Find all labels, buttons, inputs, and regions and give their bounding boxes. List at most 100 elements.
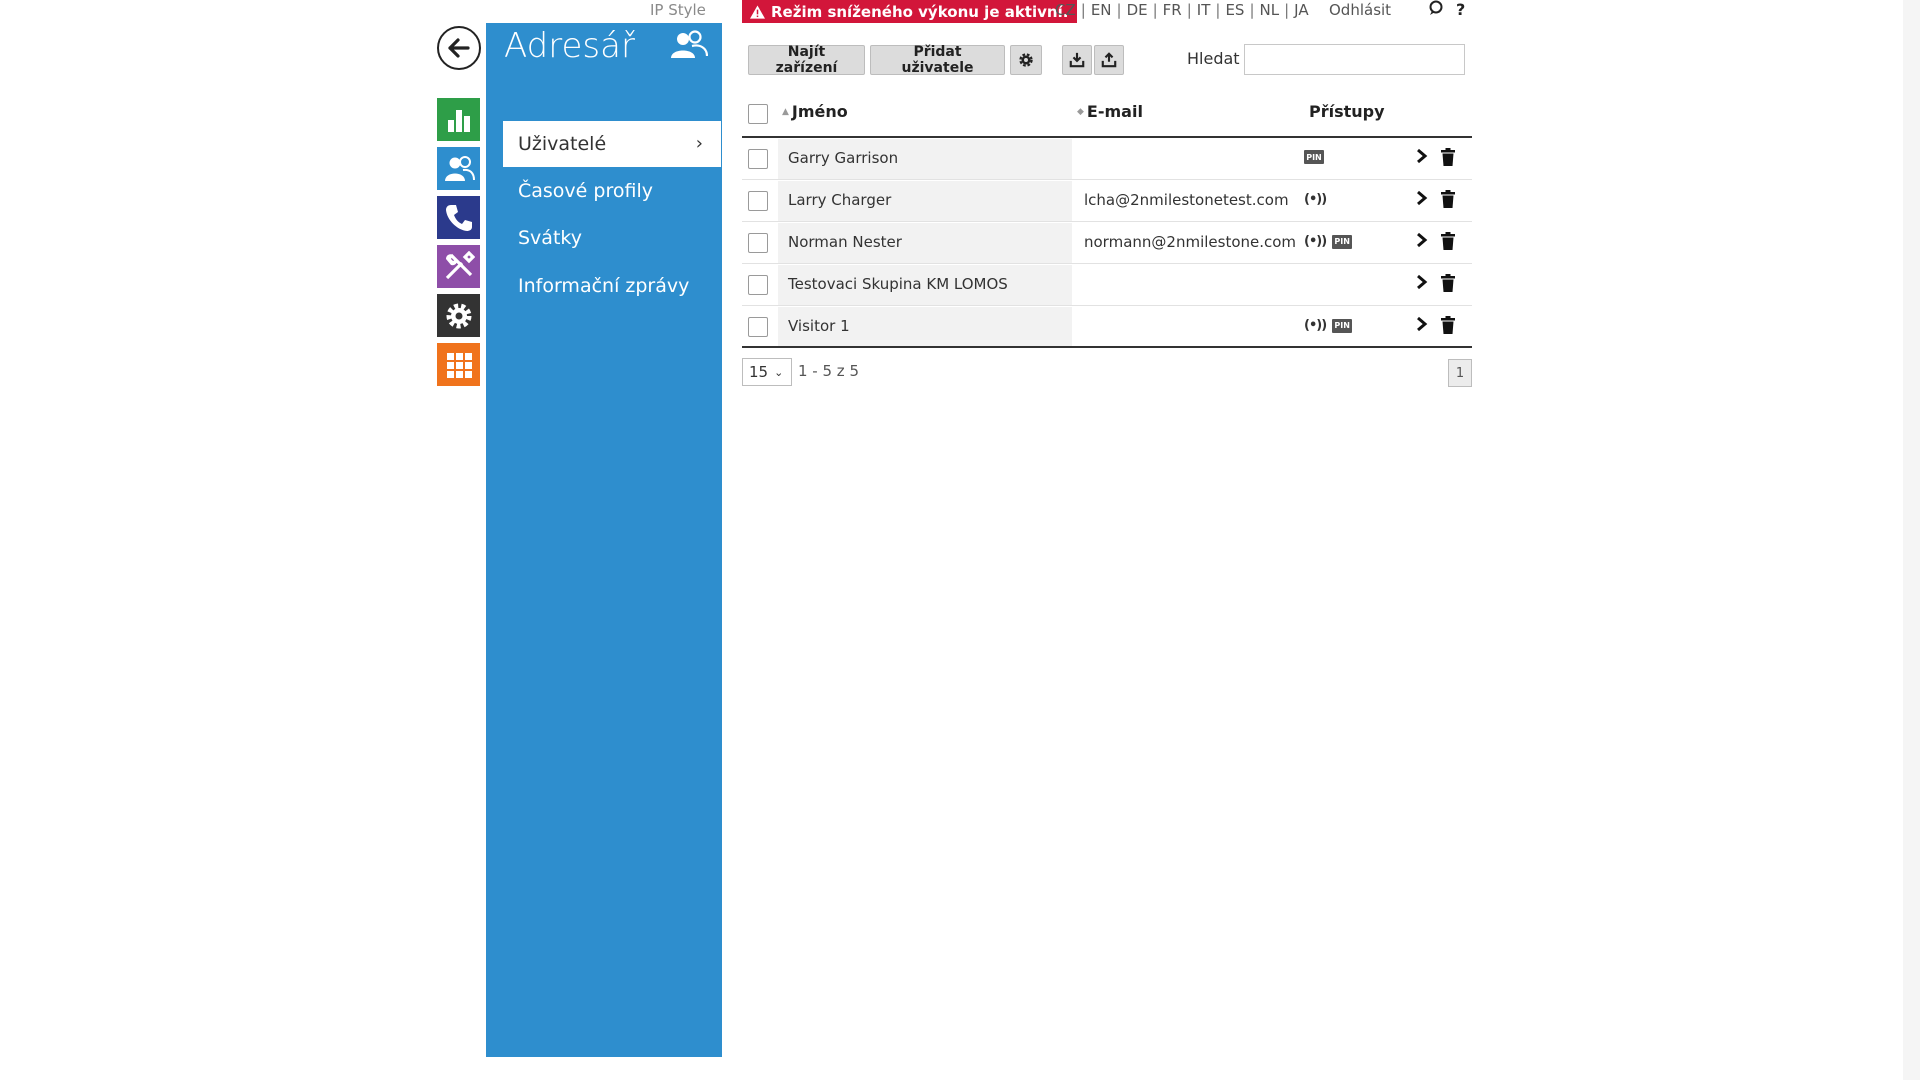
column-access-header: Přístupy (1309, 102, 1385, 121)
rail-button-apps[interactable] (437, 343, 480, 386)
open-detail-icon[interactable] (1414, 316, 1430, 336)
row-checkbox[interactable] (748, 191, 768, 211)
search-input[interactable] (1244, 44, 1465, 75)
user-name: Garry Garrison (788, 149, 899, 167)
language-en[interactable]: EN (1091, 1, 1112, 19)
language-it[interactable]: IT (1197, 1, 1211, 19)
table-row[interactable]: Testovaci Skupina KM LOMOS (742, 265, 1472, 306)
upload-icon (1101, 52, 1117, 68)
rail-button-tools[interactable] (437, 245, 480, 288)
row-checkbox[interactable] (748, 233, 768, 253)
chevron-right-icon: › (695, 133, 703, 154)
download-icon (1069, 52, 1085, 68)
trash-icon[interactable] (1440, 316, 1456, 338)
access-cell: (•)) (1304, 192, 1327, 207)
sort-icon: ◆ (1077, 106, 1084, 117)
help-icon[interactable]: ? (1456, 0, 1465, 19)
rfid-icon: (•)) (1304, 192, 1327, 207)
open-detail-icon[interactable] (1414, 274, 1430, 294)
alert-text: Režim sníženého výkonu je aktivní. (771, 2, 1069, 21)
open-detail-icon[interactable] (1414, 190, 1430, 210)
table-row[interactable]: Garry Garrison PIN (742, 139, 1472, 180)
table-row[interactable]: Visitor 1 (•)) PIN (742, 307, 1472, 348)
export-button[interactable] (1094, 45, 1124, 75)
chat-icon[interactable] (1428, 0, 1444, 16)
table-row[interactable]: Larry Charger lcha@2nmilestonetest.com (•)… (742, 181, 1472, 222)
language-selector: CZ | EN | DE | FR | IT | ES | NL | JA (1055, 1, 1309, 19)
settings-button[interactable] (1010, 45, 1042, 75)
phone-icon (445, 204, 472, 231)
status-icon (447, 109, 470, 132)
settings-icon (446, 303, 471, 328)
back-button[interactable] (437, 26, 481, 70)
user-name: Norman Nester (788, 233, 902, 251)
rfid-icon: (•)) (1304, 318, 1327, 333)
find-devices-button[interactable]: Najít zařízení (748, 44, 865, 76)
users-icon (670, 30, 709, 64)
menu-item-label: Uživatelé (518, 133, 607, 155)
warning-icon (750, 4, 765, 19)
language-es[interactable]: ES (1225, 1, 1244, 19)
directory-icon (444, 155, 475, 181)
scrollbar[interactable] (1903, 0, 1920, 1080)
table-row[interactable]: Norman Nester normann@2nmilestone.com (•))… (742, 223, 1472, 264)
logout-link[interactable]: Odhlásit (1329, 1, 1391, 19)
row-checkbox[interactable] (748, 317, 768, 337)
column-email-header[interactable]: ◆ E-mail (1077, 102, 1143, 121)
menu-item-1[interactable]: Časové profily (503, 168, 721, 214)
row-checkbox[interactable] (748, 149, 768, 169)
language-cz[interactable]: CZ (1055, 1, 1076, 19)
language-ja[interactable]: JA (1294, 1, 1308, 19)
language-separator: | (1249, 1, 1255, 19)
page-size-select[interactable]: 15 ⌄ (742, 358, 792, 386)
language-separator: | (1152, 1, 1158, 19)
rail-button-status[interactable] (437, 98, 480, 141)
language-fr[interactable]: FR (1163, 1, 1182, 19)
access-cell: (•)) PIN (1304, 318, 1353, 333)
import-button[interactable] (1062, 45, 1092, 75)
user-name: Testovaci Skupina KM LOMOS (788, 275, 1008, 293)
menu-item-label: Svátky (518, 227, 582, 249)
menu-item-0[interactable]: Uživatelé › (503, 121, 721, 167)
language-nl[interactable]: NL (1260, 1, 1280, 19)
user-email: lcha@2nmilestonetest.com (1084, 191, 1289, 209)
access-cell: PIN (1304, 150, 1324, 164)
language-separator: | (1080, 1, 1086, 19)
menu-item-label: Časové profily (518, 180, 653, 202)
rfid-icon: (•)) (1304, 234, 1327, 249)
page-button[interactable]: 1 (1448, 359, 1472, 387)
column-name-header[interactable]: ▲ Jméno (782, 102, 848, 121)
menu-item-label: Informační zprávy (518, 275, 690, 297)
select-all-checkbox[interactable] (748, 104, 768, 124)
user-email: normann@2nmilestone.com (1084, 233, 1297, 251)
open-detail-icon[interactable] (1414, 232, 1430, 252)
table-footer-divider (742, 346, 1472, 348)
rail-button-directory[interactable] (437, 147, 480, 190)
language-separator: | (1284, 1, 1290, 19)
access-cell: (•)) PIN (1304, 234, 1353, 249)
language-separator: | (1116, 1, 1122, 19)
user-name: Visitor 1 (788, 317, 850, 335)
trash-icon[interactable] (1440, 274, 1456, 296)
trash-icon[interactable] (1440, 190, 1456, 212)
pin-icon: PIN (1304, 150, 1324, 164)
sort-asc-icon: ▲ (782, 106, 789, 117)
menu-item-2[interactable]: Svátky (503, 215, 721, 261)
trash-icon[interactable] (1440, 232, 1456, 254)
gear-icon (1019, 53, 1033, 67)
user-name: Larry Charger (788, 191, 892, 209)
row-checkbox[interactable] (748, 275, 768, 295)
pin-icon: PIN (1332, 318, 1353, 333)
language-separator: | (1186, 1, 1192, 19)
language-de[interactable]: DE (1127, 1, 1148, 19)
menu-item-3[interactable]: Informační zprávy (503, 263, 721, 309)
rail-button-phone[interactable] (437, 196, 480, 239)
apps-icon (446, 352, 472, 378)
rail-button-settings[interactable] (437, 294, 480, 337)
add-user-button[interactable]: Přidat uživatele (870, 44, 1005, 76)
low-performance-alert: Režim sníženého výkonu je aktivní. (742, 0, 1078, 23)
trash-icon[interactable] (1440, 148, 1456, 170)
brand-label: IP Style (650, 1, 706, 19)
result-range: 1 - 5 z 5 (798, 362, 859, 380)
open-detail-icon[interactable] (1414, 148, 1430, 168)
